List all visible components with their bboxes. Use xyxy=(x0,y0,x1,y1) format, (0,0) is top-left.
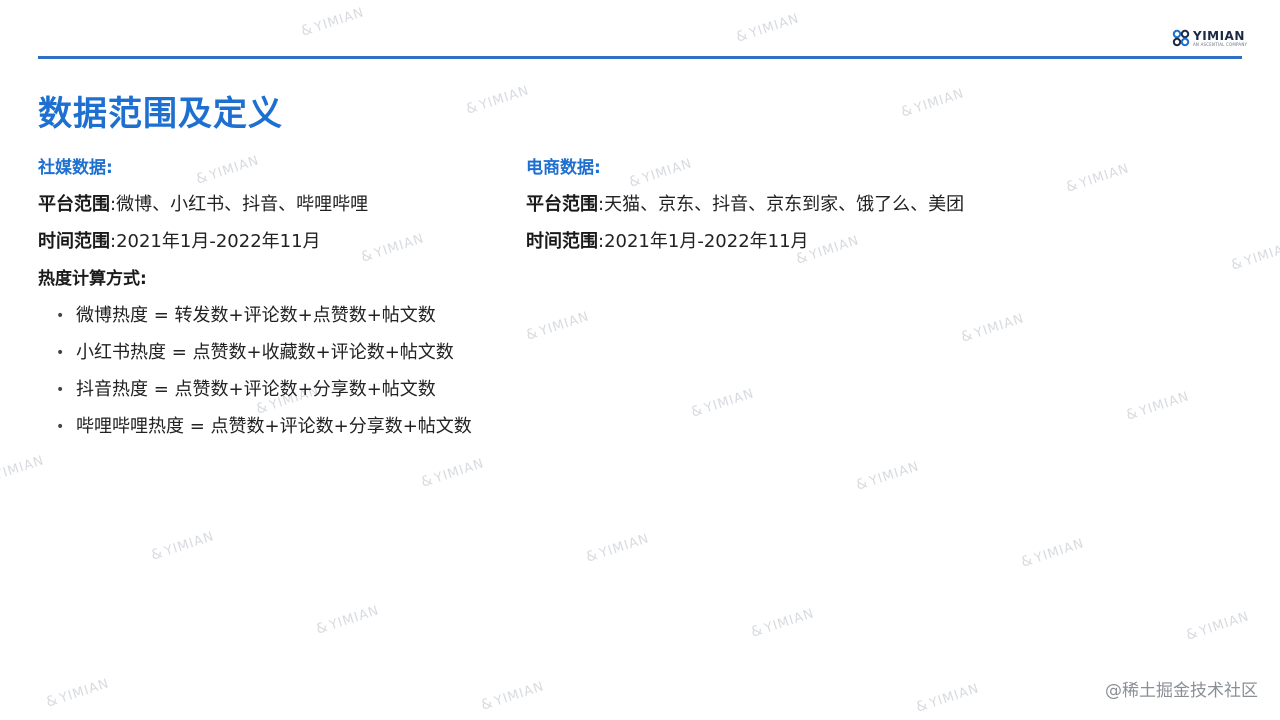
bullet-icon: • xyxy=(56,308,65,324)
formula-text: 抖音热度 = 点赞数+评论数+分享数+帖文数 xyxy=(76,379,436,400)
heat-formula-list: • 微博热度 = 转发数+评论数+点赞数+帖文数 • 小红书热度 = 点赞数+收藏数… xyxy=(38,302,498,441)
watermark: &YIMIAN xyxy=(464,83,532,118)
ecommerce-platform-row: 平台范围:天猫、京东、抖音、京东到家、饿了么、美团 xyxy=(526,191,1046,219)
watermark: &YIMIAN xyxy=(149,529,217,564)
list-item: • 抖音热度 = 点赞数+评论数+分享数+帖文数 xyxy=(38,376,498,404)
list-item: • 微博热度 = 转发数+评论数+点赞数+帖文数 xyxy=(38,302,498,330)
social-time-row: 时间范围:2021年1月-2022年11月 xyxy=(38,228,498,256)
brand-logo: YIMIAN AN ASCENTIAL COMPANY xyxy=(1172,25,1247,51)
social-platform-value: 微博、小红书、抖音、哔哩哔哩 xyxy=(116,194,369,215)
ecommerce-time-row: 时间范围:2021年1月-2022年11月 xyxy=(526,228,1046,256)
ecommerce-platform-value: 天猫、京东、抖音、京东到家、饿了么、美团 xyxy=(604,194,965,215)
heat-formula-heading: 热度计算方式: xyxy=(38,269,147,289)
watermark: &YIMIAN xyxy=(584,531,652,566)
watermark: &YIMIAN xyxy=(899,86,967,121)
watermark: &YIMIAN xyxy=(479,679,547,714)
bullet-icon: • xyxy=(56,382,65,398)
brand-tagline: AN ASCENTIAL COMPANY xyxy=(1193,41,1248,47)
watermark: &YIMIAN xyxy=(1184,609,1252,644)
list-item: • 小红书热度 = 点赞数+收藏数+评论数+帖文数 xyxy=(38,339,498,367)
watermark: &YIMIAN xyxy=(0,453,47,484)
watermark: &YIMIAN xyxy=(854,459,922,494)
watermark: &YIMIAN xyxy=(959,311,1027,346)
bullet-icon: • xyxy=(56,419,65,435)
brand-logo-icon xyxy=(1172,29,1190,47)
social-time-value: 2021年1月-2022年11月 xyxy=(116,231,321,252)
watermark: &YIMIAN xyxy=(314,603,382,638)
time-label: 时间范围 xyxy=(526,231,598,252)
social-media-heading: 社媒数据: xyxy=(38,158,113,178)
watermark: &YIMIAN xyxy=(1229,239,1280,274)
social-platform-row: 平台范围:微博、小红书、抖音、哔哩哔哩 xyxy=(38,191,498,219)
watermark: &YIMIAN xyxy=(419,456,487,491)
ecommerce-heading: 电商数据: xyxy=(526,158,601,178)
page-title: 数据范围及定义 xyxy=(38,94,283,134)
watermark: &YIMIAN xyxy=(749,606,817,641)
social-media-section: 社媒数据: 平台范围:微博、小红书、抖音、哔哩哔哩 时间范围:2021年1月-2… xyxy=(38,154,498,450)
watermark: &YIMIAN xyxy=(689,386,757,421)
formula-text: 微博热度 = 转发数+评论数+点赞数+帖文数 xyxy=(76,305,436,326)
formula-text: 小红书热度 = 点赞数+收藏数+评论数+帖文数 xyxy=(76,342,454,363)
watermark: &YIMIAN xyxy=(524,309,592,344)
brand-text: YIMIAN AN ASCENTIAL COMPANY xyxy=(1193,30,1247,47)
watermark: &YIMIAN xyxy=(734,11,802,46)
bullet-icon: • xyxy=(56,345,65,361)
time-label: 时间范围 xyxy=(38,231,110,252)
watermark: &YIMIAN xyxy=(1019,536,1087,571)
platform-label: 平台范围 xyxy=(38,194,110,215)
header-rule xyxy=(38,56,1242,59)
watermark: &YIMIAN xyxy=(44,676,112,711)
watermark: &YIMIAN xyxy=(1124,389,1192,424)
list-item: • 哔哩哔哩热度 = 点赞数+评论数+分享数+帖文数 xyxy=(38,413,498,441)
platform-label: 平台范围 xyxy=(526,194,598,215)
ecommerce-time-value: 2021年1月-2022年11月 xyxy=(604,231,809,252)
footer-credit: @稀土掘金技术社区 xyxy=(1105,681,1258,701)
ecommerce-section: 电商数据: 平台范围:天猫、京东、抖音、京东到家、饿了么、美团 时间范围:202… xyxy=(526,154,1046,265)
watermark: &YIMIAN xyxy=(1064,161,1132,196)
watermark: &YIMIAN xyxy=(914,681,982,716)
formula-text: 哔哩哔哩热度 = 点赞数+评论数+分享数+帖文数 xyxy=(76,416,472,437)
brand-name: YIMIAN xyxy=(1193,28,1245,43)
watermark: &YIMIAN xyxy=(299,5,367,40)
